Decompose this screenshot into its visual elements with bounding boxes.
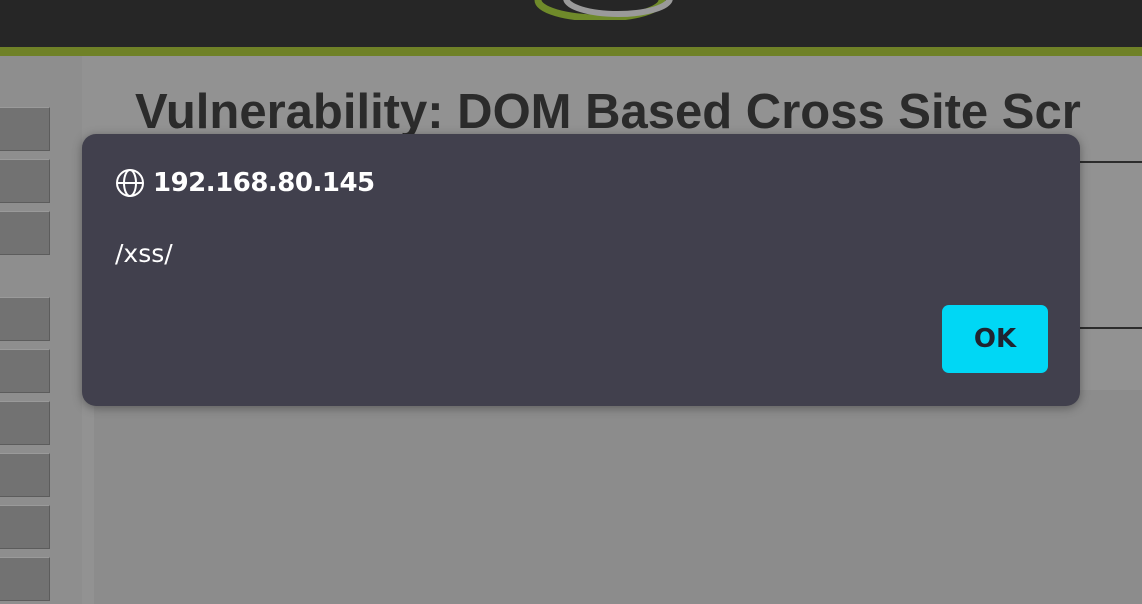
sidebar-menu-button[interactable] (0, 557, 50, 601)
globe-icon (116, 169, 144, 197)
sidebar-menu (0, 56, 82, 604)
sidebar-menu-button[interactable] (0, 107, 50, 151)
alert-dialog: 192.168.80.145 /xss/ OK (82, 134, 1080, 406)
divider-line (1072, 327, 1142, 329)
divider-line (1072, 161, 1142, 163)
sidebar-menu-button[interactable] (0, 349, 50, 393)
header-accent-bar (0, 47, 1142, 56)
dvwa-logo (534, 0, 673, 20)
header-bar (0, 0, 1142, 47)
dialog-message: /xss/ (115, 239, 173, 268)
sidebar-menu-button[interactable] (0, 401, 50, 445)
sidebar-menu-button[interactable] (0, 211, 50, 255)
sidebar-menu-button[interactable] (0, 159, 50, 203)
page-title: Vulnerability: DOM Based Cross Site Scr (135, 85, 1081, 139)
sidebar-menu-button[interactable] (0, 453, 50, 497)
sidebar-menu-button[interactable] (0, 505, 50, 549)
dialog-origin-text: 192.168.80.145 (153, 168, 375, 198)
sidebar-menu-button[interactable] (0, 297, 50, 341)
dialog-origin: 192.168.80.145 (115, 168, 375, 198)
ok-button[interactable]: OK (942, 305, 1048, 373)
